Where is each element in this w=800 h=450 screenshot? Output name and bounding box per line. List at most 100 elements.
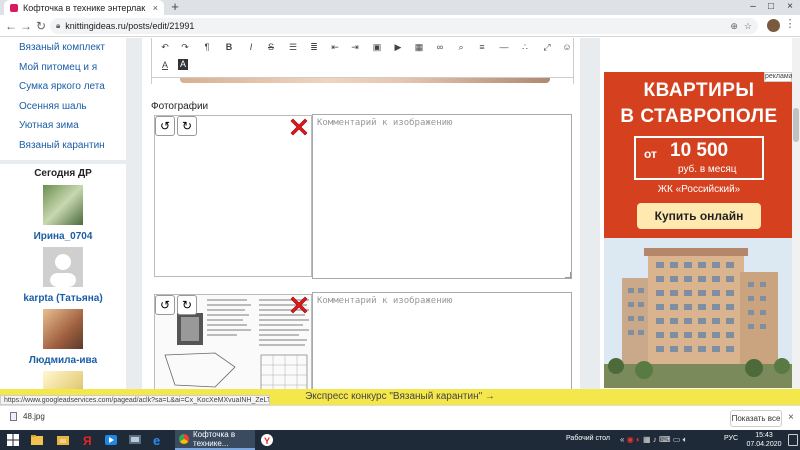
notifications-icon[interactable] [788, 434, 798, 446]
resize-handle-icon[interactable] [565, 272, 571, 278]
dots-icon[interactable]: ∴ [518, 40, 532, 54]
forward-arrow-icon[interactable]: → [19, 18, 33, 34]
photo-comment-field[interactable]: Комментарий к изображению [312, 292, 572, 404]
tray-app-icon[interactable]: ◐ [636, 435, 641, 444]
ad-text-panel[interactable]: КВАРТИРЫ В СТАВРОПОЛЕ от 10 500 руб. в м… [604, 72, 794, 238]
numbered-list-icon[interactable]: ≣ [307, 40, 321, 54]
birthday-user[interactable]: Ирина_0704 [0, 185, 126, 247]
start-windows-icon[interactable] [6, 433, 20, 447]
redo-icon[interactable]: ↷ [178, 40, 192, 54]
user-avatar[interactable] [43, 185, 83, 225]
rotate-left-icon[interactable]: ↺ [155, 116, 175, 136]
user-avatar[interactable] [43, 247, 83, 287]
tray-keyboard-icon[interactable]: ⌨ [659, 435, 671, 444]
delete-photo-icon[interactable] [288, 294, 310, 316]
link-icon[interactable]: ∞ [433, 40, 447, 54]
outdent-icon[interactable]: ⇤ [328, 40, 342, 54]
maximize-button[interactable]: □ [762, 0, 780, 15]
bullet-list-icon[interactable]: ☰ [286, 40, 300, 54]
paragraph-icon[interactable]: ¶ [200, 40, 214, 54]
bold-icon[interactable]: B [222, 40, 236, 54]
align-icon[interactable]: ≡ [475, 40, 489, 54]
minimize-button[interactable]: – [744, 0, 762, 15]
user-name-link[interactable]: Ирина_0704 [0, 231, 126, 242]
tray-battery-icon[interactable]: ▭ [673, 435, 681, 444]
delete-photo-icon[interactable] [288, 116, 310, 138]
tray-volume-icon[interactable]: ♪ [653, 435, 657, 444]
language-indicator[interactable]: РУС [724, 435, 738, 442]
search-icon[interactable]: ⌕ [454, 40, 468, 54]
scrollbar-thumb[interactable] [793, 108, 799, 142]
show-all-downloads-button[interactable]: Показать все [730, 410, 782, 427]
strikethrough-icon[interactable]: S [264, 40, 278, 54]
menu-link[interactable]: Осенняя шаль [0, 97, 126, 117]
ad-label[interactable]: реклама [764, 72, 793, 82]
indent-icon[interactable]: ⇥ [348, 40, 362, 54]
rotate-left-icon[interactable]: ↺ [155, 295, 175, 315]
browser-menu-icon[interactable]: ⋮ [784, 17, 796, 35]
birthday-user[interactable]: karpta (Татьяна) [0, 247, 126, 309]
video-icon[interactable]: ▶ [391, 40, 405, 54]
bookmark-star-icon[interactable]: ☆ [744, 21, 752, 32]
birthday-user[interactable]: Людмила-ива [0, 309, 126, 371]
download-filename: 48.jpg [23, 412, 45, 421]
yandex-icon[interactable]: Я [80, 433, 94, 447]
font-color-icon[interactable]: A [158, 58, 172, 72]
page-scrollbar[interactable] [792, 38, 800, 404]
default-avatar-icon [50, 254, 76, 287]
lock-icon: 🔒︎ [56, 21, 61, 30]
desktop-toolbar-label[interactable]: Рабочий стол [566, 435, 610, 442]
user-name-link[interactable]: karpta (Татьяна) [0, 293, 126, 304]
image-icon[interactable]: ▣ [370, 40, 384, 54]
user-avatar[interactable] [43, 309, 83, 349]
browser-tab[interactable]: Кофточка в технике энтерлак × [4, 0, 164, 15]
italic-icon[interactable]: I [244, 40, 258, 54]
ad-buy-button[interactable]: Купить онлайн [637, 203, 761, 229]
clock[interactable]: 15:43 07.04.2020 [744, 431, 784, 449]
back-arrow-icon[interactable]: ← [4, 18, 18, 34]
emoji-icon[interactable]: ☺ [560, 40, 574, 54]
explorer-folder-icon[interactable] [56, 433, 70, 447]
undo-icon[interactable]: ↶ [158, 40, 172, 54]
download-item[interactable]: 48.jpg [10, 412, 45, 422]
menu-link[interactable]: Мой питомец и я [0, 58, 126, 78]
tray-network-icon[interactable]: ▦ [643, 435, 651, 444]
menu-link[interactable]: Сумка яркого лета [0, 77, 126, 97]
ad-building-image[interactable] [604, 238, 794, 388]
system-tray[interactable]: « ◉ ◐ ▦ ♪ ⌨ ▭ 🔈︎ [620, 435, 687, 445]
edge-browser-icon[interactable]: e [152, 433, 166, 447]
user-name-link[interactable]: Людмила-ива [0, 355, 126, 366]
birthdays-title: Сегодня ДР [34, 168, 92, 179]
tray-chevron-icon[interactable]: « [620, 435, 624, 444]
tab-close-icon[interactable]: × [153, 3, 158, 13]
menu-link[interactable]: Вязаный комплект [0, 38, 126, 58]
table-icon[interactable]: ▦ [412, 40, 426, 54]
ad-complex-name: ЖК «Российский» [657, 184, 741, 195]
profile-avatar[interactable] [767, 19, 780, 32]
reload-icon[interactable]: ↻ [34, 18, 48, 34]
close-download-bar-icon[interactable]: × [788, 412, 794, 423]
media-player-icon[interactable] [104, 433, 118, 447]
clock-date: 07.04.2020 [746, 441, 782, 448]
ad-price-unit: руб. в месяц [678, 164, 737, 175]
close-window-button[interactable]: × [781, 0, 799, 15]
tray-speaker-icon[interactable]: 🔈︎ [683, 435, 688, 444]
file-explorer-icon[interactable] [30, 433, 44, 447]
yandex-browser-icon[interactable]: Y [260, 433, 274, 447]
menu-link[interactable]: Вязаный карантин [0, 136, 126, 156]
editor-content-image [151, 78, 574, 84]
zoom-icon[interactable]: ⊕ [730, 21, 738, 32]
rotate-right-icon[interactable]: ↻ [177, 295, 197, 315]
background-color-icon[interactable]: A [178, 59, 188, 70]
menu-link[interactable]: Уютная зима [0, 116, 126, 136]
rotate-right-icon[interactable]: ↻ [177, 116, 197, 136]
photo-comment-field[interactable]: Комментарий к изображению [312, 114, 572, 279]
address-bar[interactable]: 🔒︎ knittingideas.ru/posts/edit/21991 ⊕ ☆ [50, 18, 758, 34]
taskbar-chrome-window[interactable]: Кофточка в технике... [175, 430, 255, 450]
screen-share-icon[interactable] [128, 433, 142, 447]
advertisement-banner[interactable]: КВАРТИРЫ В СТАВРОПОЛЕ от 10 500 руб. в м… [604, 72, 794, 388]
fullscreen-icon[interactable]: ⤢ [540, 40, 554, 54]
tray-media-icon[interactable]: ◉ [627, 435, 634, 444]
new-tab-button[interactable]: + [168, 0, 182, 15]
horizontal-rule-icon[interactable]: — [497, 40, 511, 54]
